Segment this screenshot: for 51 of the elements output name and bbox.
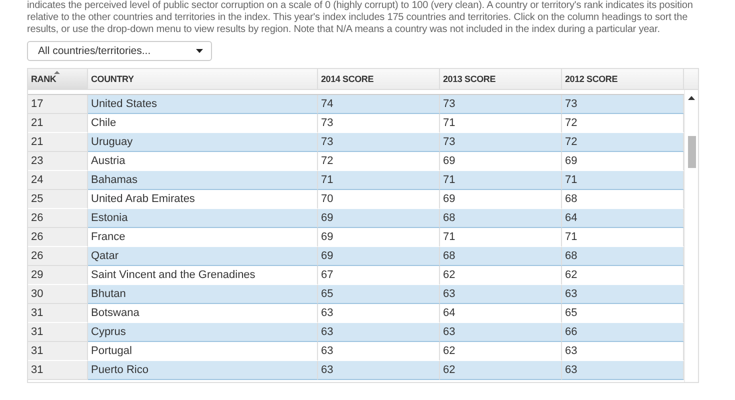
scrollbar[interactable] [684, 90, 698, 382]
table-cell: 21 [28, 133, 88, 152]
table-cell: 31 [28, 342, 88, 361]
scroll-up-arrow-icon[interactable] [688, 96, 695, 100]
column-header[interactable]: 2014 SCORE [318, 69, 440, 89]
table-cell: 31 [28, 304, 88, 323]
table-cell: 71 [440, 171, 562, 190]
table-cell: Uruguay [88, 133, 318, 152]
table-cell: 69 [318, 209, 440, 228]
table-cell: 29 [28, 266, 88, 285]
table-cell: Bhutan [88, 285, 318, 304]
table-cell: 73 [318, 133, 440, 152]
table-cell: 62 [440, 361, 562, 380]
table-cell: 69 [318, 247, 440, 266]
column-header[interactable]: COUNTRY [88, 69, 318, 89]
table-cell: 26 [28, 247, 88, 266]
table-cell: 65 [318, 285, 440, 304]
column-header[interactable]: 2013 SCORE [440, 69, 562, 89]
table-cell: 63 [318, 361, 440, 380]
table-cell: 25 [28, 190, 88, 209]
scrollbar-thumb[interactable] [688, 136, 696, 168]
table-cell: 31 [28, 361, 88, 380]
table-cell: 17 [28, 95, 88, 114]
table-cell: Puerto Rico [88, 361, 318, 380]
table-cell: 23 [28, 152, 88, 171]
table-cell: 31 [28, 323, 88, 342]
table-cell: 73 [440, 95, 562, 114]
table-cell: United States [88, 95, 318, 114]
column-header[interactable]: 2012 SCORE [562, 69, 684, 89]
table-cell: 63 [440, 285, 562, 304]
caret-icon [196, 49, 203, 53]
table-cell: 68 [440, 209, 562, 228]
column-header[interactable]: RANK [28, 69, 88, 89]
sort-arrow-icon [54, 71, 60, 74]
table-cell: 71 [318, 171, 440, 190]
table-cell: Bahamas [88, 171, 318, 190]
table-cell: 63 [318, 323, 440, 342]
table-cell: 74 [318, 95, 440, 114]
table-cell: Estonia [88, 209, 318, 228]
table-cell: 63 [440, 323, 562, 342]
region-dropdown[interactable]: All countries/territories... [27, 41, 212, 61]
table-cell: 21 [28, 114, 88, 133]
table-cell: Qatar [88, 247, 318, 266]
table-cell: 68 [440, 247, 562, 266]
table-cell: 26 [28, 228, 88, 247]
table-cell: 73 [440, 133, 562, 152]
table-cell: 24 [28, 171, 88, 190]
intro-paragraph: indicates the perceived level of public sector corruption on a scale of 0 (highly corrupt) to 100 (very clean). A country or territory's rank indicates its position relative to the other countries and territories in the index. This year's index includes 175 countries and territories. Click on the column headings to sort the results, or use the drop-down menu to view results by region. Note that N/A means a country was not included in the index during a particular year. [27, 0, 694, 36]
table-cell: 30 [28, 285, 88, 304]
table-cell: Cyprus [88, 323, 318, 342]
table-cell: 26 [28, 209, 88, 228]
